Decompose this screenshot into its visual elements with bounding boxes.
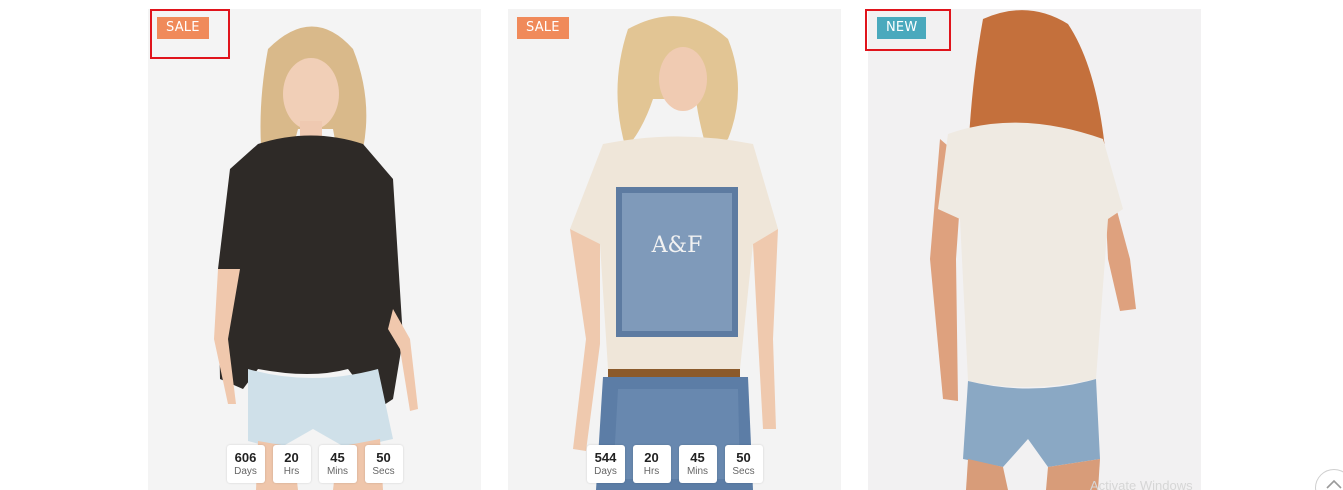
countdown-seconds: 50 Secs — [364, 445, 403, 483]
product-grid: SALE 606 Days 20 Hrs 45 Mins 50 Secs A&F… — [0, 0, 1343, 490]
countdown-hours: 20 Hrs — [632, 445, 671, 483]
new-badge: NEW — [877, 17, 927, 39]
product-image-2[interactable]: A&F — [508, 9, 841, 490]
product-image-3[interactable] — [868, 9, 1201, 490]
countdown-value: 20 — [644, 449, 659, 465]
countdown-unit: Secs — [372, 465, 395, 477]
countdown-minutes: 45 Mins — [678, 445, 717, 483]
countdown-hours: 20 Hrs — [272, 445, 311, 483]
countdown-value: 544 — [594, 449, 617, 465]
countdown-unit: Mins — [326, 465, 349, 477]
product-image-1[interactable] — [148, 9, 481, 490]
product-card-3[interactable]: NEW — [868, 9, 1201, 490]
windows-activation-watermark: Activate Windows — [1090, 478, 1193, 490]
sale-badge: SALE — [517, 17, 569, 39]
product-card-2[interactable]: A&F SALE 544 Days 20 Hrs 45 Mins 50 Secs — [508, 9, 841, 490]
countdown-value: 45 — [330, 449, 345, 465]
countdown-seconds: 50 Secs — [724, 445, 763, 483]
product-card-1[interactable]: SALE 606 Days 20 Hrs 45 Mins 50 Secs — [148, 9, 481, 490]
countdown-days: 606 Days — [226, 445, 265, 483]
countdown-timer: 606 Days 20 Hrs 45 Mins 50 Secs — [148, 445, 481, 483]
countdown-value: 45 — [690, 449, 705, 465]
countdown-unit: Days — [594, 465, 617, 477]
chevron-up-icon — [1326, 479, 1342, 489]
countdown-unit: Hrs — [283, 465, 300, 477]
scroll-to-top-button[interactable] — [1315, 469, 1343, 490]
countdown-unit: Days — [234, 465, 257, 477]
countdown-unit: Secs — [732, 465, 755, 477]
countdown-minutes: 45 Mins — [318, 445, 357, 483]
countdown-value: 50 — [736, 449, 751, 465]
countdown-unit: Mins — [686, 465, 709, 477]
svg-text:A&F: A&F — [651, 233, 703, 258]
countdown-timer: 544 Days 20 Hrs 45 Mins 50 Secs — [508, 445, 841, 483]
countdown-value: 20 — [284, 449, 299, 465]
sale-badge: SALE — [157, 17, 209, 39]
countdown-value: 50 — [376, 449, 391, 465]
countdown-value: 606 — [234, 449, 257, 465]
countdown-unit: Hrs — [643, 465, 660, 477]
countdown-days: 544 Days — [586, 445, 625, 483]
